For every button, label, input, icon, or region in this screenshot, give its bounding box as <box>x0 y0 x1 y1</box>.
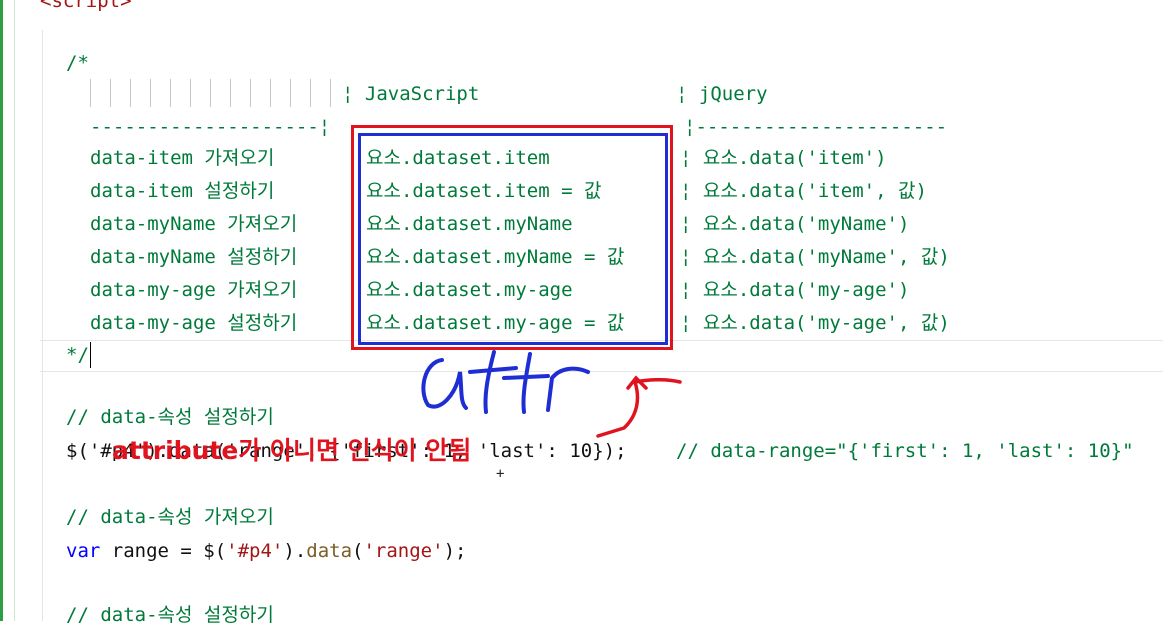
handwritten-annotation <box>421 350 682 438</box>
handwritten-attr-r <box>546 366 590 412</box>
annotation-overlay-text: attribute가 아니면 인식이 안됨 <box>112 436 472 465</box>
handwritten-attr-t2 <box>502 352 550 414</box>
handwritten-attr-t1 <box>468 350 518 414</box>
handwritten-attr-a <box>421 358 468 410</box>
cursor-crosshair: + <box>496 466 505 482</box>
handwritten-arrow <box>596 377 682 438</box>
